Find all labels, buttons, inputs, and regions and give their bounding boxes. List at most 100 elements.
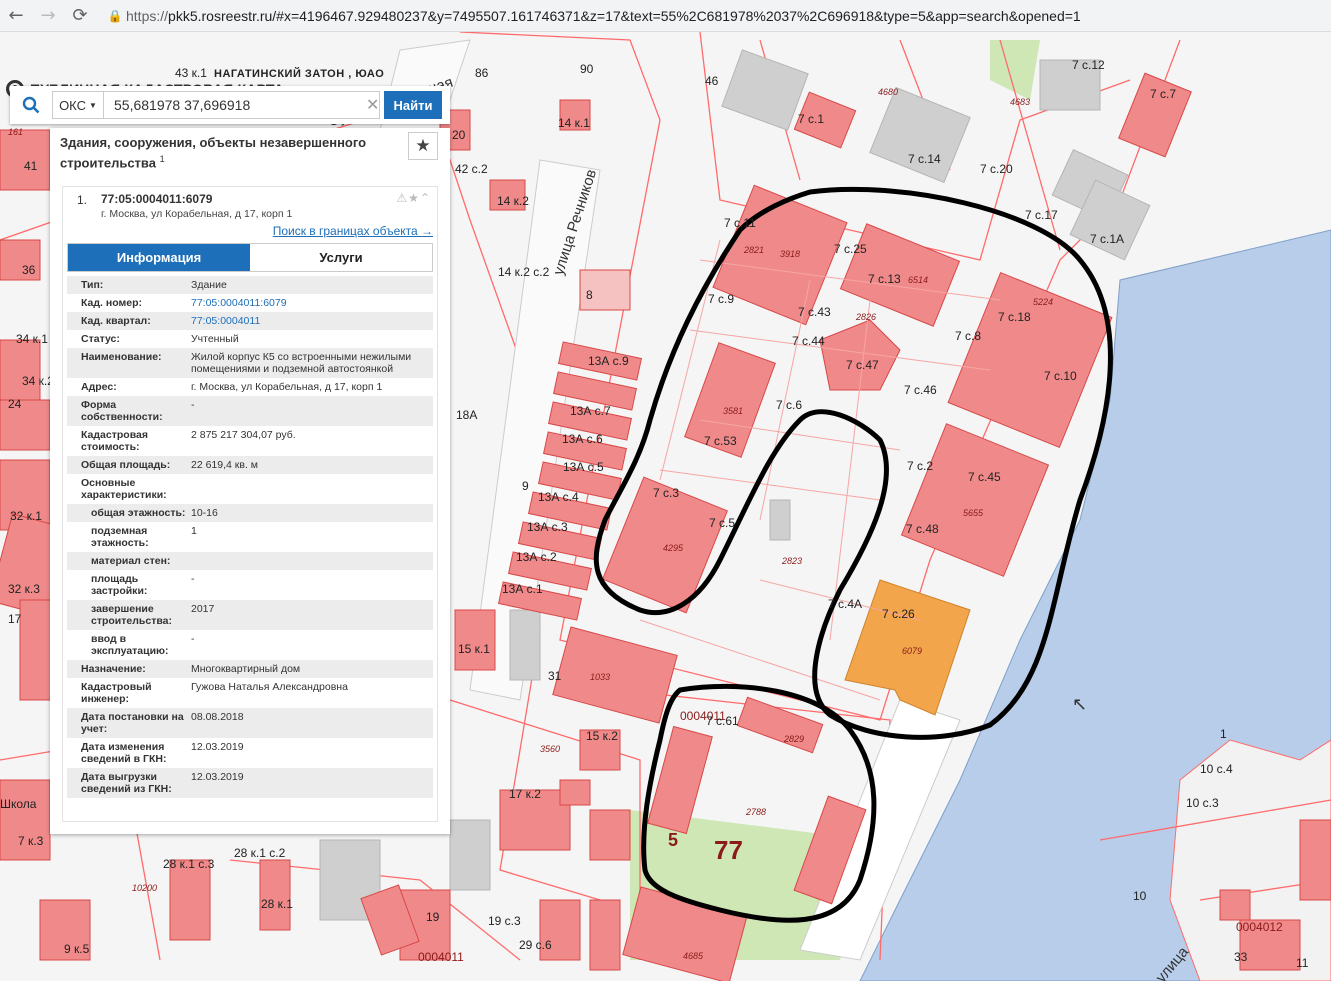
search-input[interactable] (104, 91, 380, 119)
property-label: Назначение: (81, 663, 146, 675)
url-scheme: https:// (126, 7, 169, 24)
property-label: Дата выгрузки сведений из ГКН: (81, 771, 172, 795)
map-label: 13А с.2 (516, 550, 557, 564)
map-label: 7 с.5 (709, 516, 736, 530)
map-label: 13А с.1 (502, 582, 543, 596)
map-label: 7 с.43 (798, 305, 831, 319)
property-value: 2017 (191, 603, 215, 615)
property-value: 08.08.2018 (191, 711, 244, 723)
search-in-bounds-link[interactable]: Поиск в границах объекта → (273, 224, 433, 238)
map-label: 3918 (780, 249, 801, 259)
property-value: - (191, 573, 195, 585)
property-label: ввод в эксплуатацию: (91, 633, 169, 657)
result-card: 1. 77:05:0004011:6079 г. Москва, ул Кора… (62, 186, 438, 822)
star-icon[interactable]: ★ (408, 191, 420, 205)
map-label: 18А (456, 408, 478, 422)
map-label: 2826 (856, 312, 877, 322)
search-panel: ОКС ▼ ✕ Найти (10, 86, 450, 124)
map-label: 77 (714, 835, 743, 865)
map-label: 7 с.11 (724, 216, 756, 230)
map-label: 28 к.1 (261, 897, 293, 911)
map-label: 3560 (540, 744, 561, 754)
map-label: 7 с.7 (1150, 87, 1177, 101)
back-icon[interactable]: ← (0, 0, 32, 32)
map-label: 5224 (1033, 297, 1054, 307)
tab-info[interactable]: Информация (68, 244, 250, 271)
forward-icon[interactable]: → (32, 0, 64, 32)
results-count: 1 (159, 154, 165, 164)
tab-services[interactable]: Услуги (250, 244, 432, 271)
map-label: 7 с.61 (706, 714, 739, 728)
map-label: 42 с.2 (455, 162, 488, 176)
property-row: общая этажность: 10-16 (67, 504, 433, 522)
map-label: 13А с.5 (563, 460, 604, 474)
warning-icon[interactable]: ⚠ (396, 191, 408, 205)
address-bar[interactable]: 🔒 https:// pkk5.rosreestr.ru/#x=4196467.… (104, 2, 1331, 29)
property-label: Кадастровый инженер: (81, 681, 152, 705)
map-label: 6514 (908, 275, 929, 285)
property-value: - (191, 633, 195, 645)
map-label: 24 (8, 397, 22, 411)
property-row: Кадастровый инженер: Гужова Наталья Алекс… (67, 678, 433, 708)
map-label: 2821 (744, 245, 765, 255)
search-icon[interactable] (10, 86, 52, 124)
property-row: Основные характеристики: (67, 474, 433, 504)
map-label: 29 с.6 (519, 938, 552, 952)
map-label: 19 с.3 (488, 914, 521, 928)
result-tools: ⚠★⌃ (396, 191, 431, 205)
map-label: 32 к.1 (10, 509, 42, 523)
map-label: 7 с.3 (653, 486, 680, 500)
map-label: 90 (580, 62, 594, 76)
map-label: 33 (1234, 950, 1248, 964)
favorite-star-button[interactable]: ★ (408, 132, 438, 160)
property-value[interactable]: 77:05:0004011 (191, 315, 431, 327)
property-label: Кад. номер: (81, 297, 143, 309)
map-label: 32 к.3 (8, 582, 40, 596)
map-label: 41 (24, 159, 38, 173)
property-row: Тип: Здание (67, 276, 433, 294)
property-value: г. Москва, ул Корабельная, д 17, корп 1 (191, 381, 383, 393)
lock-icon: 🔒 (107, 8, 123, 23)
map-label: 7 с.1 (798, 112, 825, 126)
property-row: Кад. квартал: 77:05:0004011 (67, 312, 433, 330)
map-label: 2829 (784, 734, 805, 744)
map-label: 19 (426, 910, 440, 924)
map-label: 7 с.45 (968, 470, 1001, 484)
map-label: 14 к.1 (558, 116, 590, 130)
property-value[interactable]: 77:05:0004011:6079 (191, 297, 431, 309)
district-label: НАГАТИНСКИЙ ЗАТОН , ЮАО (214, 68, 385, 80)
property-value: Здание (191, 279, 227, 291)
map-label: 14 к.2 с.2 (498, 265, 550, 279)
result-cadastral-id[interactable]: 77:05:0004011:6079 (101, 192, 212, 206)
map-label: 13А с.4 (538, 490, 579, 504)
map-label: 4295 (663, 543, 684, 553)
map-label: 28 к.1 с.2 (234, 846, 286, 860)
map-label: 1033 (590, 672, 611, 682)
results-title: Здания, сооружения, объекты незавершенно… (60, 135, 400, 171)
property-label: Форма собственности: (81, 399, 163, 423)
property-value (191, 555, 431, 567)
property-label: площадь застройки: (91, 573, 148, 597)
map-label: 36 (22, 263, 36, 277)
collapse-icon[interactable]: ⌃ (420, 191, 431, 205)
find-button[interactable]: Найти (384, 91, 442, 119)
map-label: 43 к.1 (175, 66, 207, 80)
map-label: 28 к.1 с.3 (163, 857, 215, 871)
map-label: 7 с.26 (882, 607, 915, 621)
url-text: pkk5.rosreestr.ru/#x=4196467.929480237&y… (168, 7, 1081, 24)
map-label: 7 с.1А (1090, 232, 1125, 246)
property-label: материал стен: (91, 555, 171, 567)
property-value: Учтенный (191, 333, 239, 345)
map-label: 11 (1296, 956, 1309, 970)
object-type-select[interactable]: ОКС ▼ (52, 91, 104, 119)
map-label: 7 с.6 (776, 398, 803, 412)
map-label: 7 с.18 (998, 310, 1031, 324)
reload-icon[interactable]: ⟳ (64, 0, 96, 32)
clear-icon[interactable]: ✕ (366, 95, 379, 114)
property-row: Наименование: Жилой корпус К5 со встроенн… (67, 348, 433, 378)
results-title-text: Здания, сооружения, объекты незавершенно… (60, 135, 367, 171)
property-row: Адрес: г. Москва, ул Корабельная, д 17, к… (67, 378, 433, 396)
map-label: 2823 (782, 556, 803, 566)
property-label: Дата постановки на учет: (81, 711, 184, 735)
map-label: 7 с.13 (868, 272, 901, 286)
